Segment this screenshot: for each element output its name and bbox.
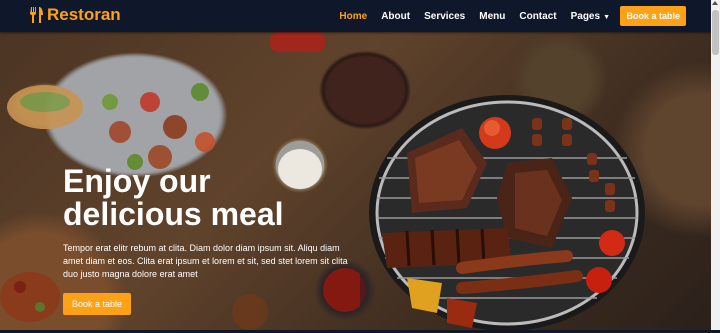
book-table-hero-button[interactable]: Book a table <box>63 293 131 315</box>
navbar: Restoran Home About Services Menu Contac… <box>0 0 720 32</box>
nav-link-menu[interactable]: Menu <box>479 11 505 22</box>
nav-link-about[interactable]: About <box>381 11 410 22</box>
utensils-icon <box>30 7 43 23</box>
brand-logo[interactable]: Restoran <box>28 5 121 25</box>
scroll-up-arrow-icon[interactable] <box>712 1 718 5</box>
bbq-grill-illustration <box>369 95 645 331</box>
nav-link-pages-label: Pages <box>570 10 601 22</box>
brand-name: Restoran <box>47 5 121 24</box>
hero-description: Tempor erat elitr rebum at clita. Diam d… <box>63 243 348 279</box>
nav-links: Home About Services Menu Contact Pages ▼ <box>325 0 610 32</box>
hero-title-line1: Enjoy our <box>63 163 211 199</box>
book-table-nav-button[interactable]: Book a table <box>620 6 686 26</box>
hero-title-line2: delicious meal <box>63 196 284 232</box>
hero-title: Enjoy our delicious meal <box>63 165 363 231</box>
page-scrollbar[interactable] <box>711 0 720 330</box>
nav-link-services[interactable]: Services <box>424 11 465 22</box>
chevron-down-icon: ▼ <box>603 13 610 21</box>
nav-link-pages[interactable]: Pages ▼ <box>571 11 610 22</box>
nav-link-home[interactable]: Home <box>339 11 367 22</box>
scrollbar-thumb[interactable] <box>712 10 719 55</box>
nav-link-contact[interactable]: Contact <box>519 11 556 22</box>
